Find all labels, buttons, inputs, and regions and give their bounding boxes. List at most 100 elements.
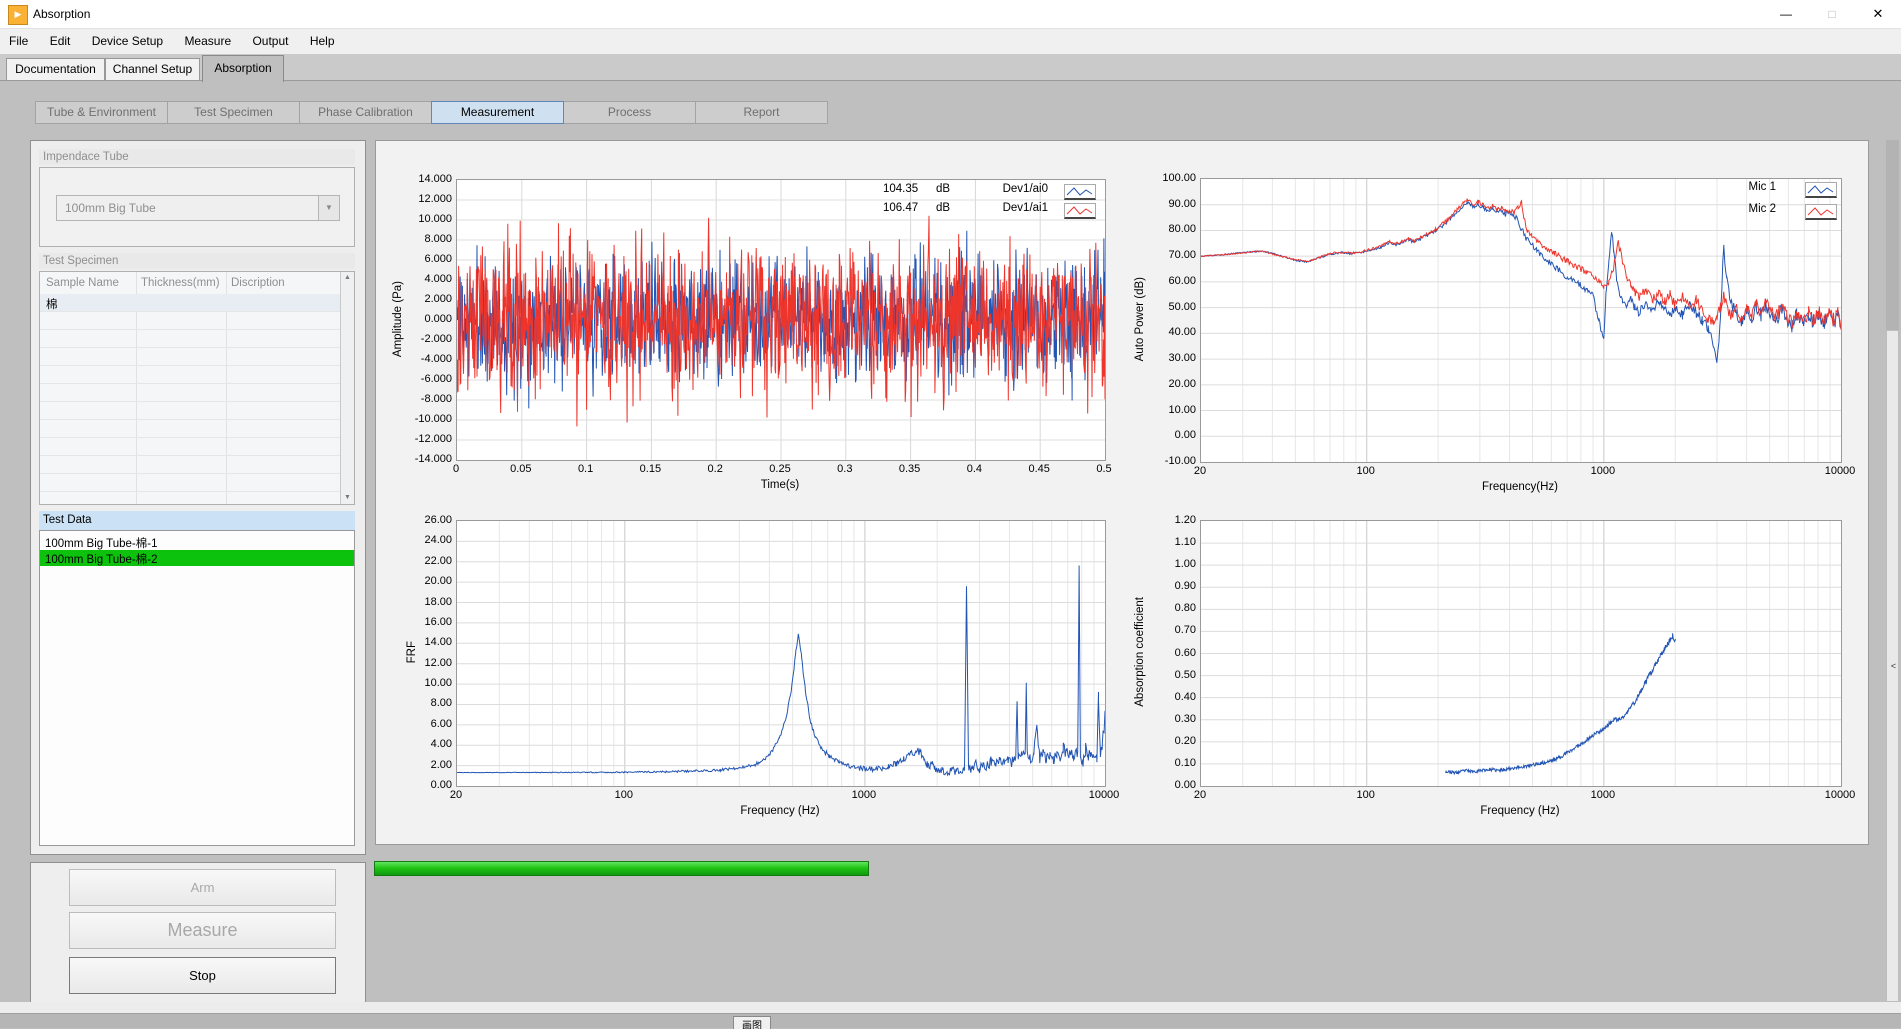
y-tick-label: 100.00 [1144,172,1196,184]
legend-row-Dev1/ai1: 106.47 dB Dev1/ai1 [881,202,1101,221]
y-tick-label: -2.000 [400,333,452,345]
y-tick-label: -4.000 [400,353,452,365]
x-tick-label: 0.15 [620,463,680,475]
legend-series-name: Dev1/ai1 [981,202,1048,214]
y-tick-label: 70.00 [1144,249,1196,261]
y-tick-label: 0.30 [1144,713,1196,725]
chart-plot-frf [456,520,1106,787]
y-tick-label: 60.00 [1144,275,1196,287]
legend-line-style-icon[interactable] [1064,184,1096,200]
y-tick-label: 80.00 [1144,223,1196,235]
y-tick-label: 4.000 [400,273,452,285]
y-axis-label-text: FRF [406,641,418,663]
x-tick-label: 0.35 [880,463,940,475]
legend-zigzag [1065,185,1095,198]
column-header-discription: Discription [231,272,331,294]
table-row[interactable]: 棉 [40,294,341,312]
legend-value: 104.35 [883,183,918,195]
maximize-button[interactable]: □ [1809,0,1855,28]
y-tick-label: -10.000 [400,413,452,425]
table-empty-row [40,384,341,402]
x-tick-label: 0 [426,463,486,475]
y-tick-label: 10.000 [400,213,452,225]
minimize-button[interactable]: — [1763,0,1809,28]
x-axis-label-frf: Frequency (Hz) [710,805,850,817]
impedance-tube-dropdown[interactable]: 100mm Big Tube ▼ [56,195,340,221]
x-tick-label: 0.45 [1009,463,1069,475]
y-tick-label: 10.00 [1144,404,1196,416]
y-tick-label: 24.00 [400,534,452,546]
subtab-process[interactable]: Process [563,101,696,124]
y-tick-label: 20.00 [1144,378,1196,390]
legend-unit: dB [936,202,950,214]
x-tick-label: 1000 [1573,465,1633,477]
series-frf [457,566,1105,776]
bottom-tab-drawing[interactable]: 画图 [733,1016,771,1029]
test-data-list[interactable]: 100mm Big Tube-棉-1100mm Big Tube-棉-2 [39,530,355,846]
splitter-thumb[interactable]: < [1886,330,1899,1002]
column-header-thickness: Thickness(mm) [141,272,227,294]
test-specimen-table: Sample Name Thickness(mm) Discription 棉 … [39,271,355,505]
measure-button: Measure [69,912,336,949]
y-tick-label: 0.000 [400,313,452,325]
x-tick-label: 0.25 [750,463,810,475]
legend-row-Mic 2: Mic 2 [1744,203,1901,222]
table-scrollbar[interactable]: ▲ ▼ [340,272,354,504]
x-axis-label-autopower: Frequency(Hz) [1450,481,1590,493]
legend-line-style-icon[interactable] [1064,203,1096,219]
y-tick-label: 0.40 [1144,691,1196,703]
y-tick-label: 0.70 [1144,624,1196,636]
chart-canvas [1201,521,1841,786]
x-tick-label: 100 [1336,465,1396,477]
menu-item-measure[interactable]: Measure [175,29,240,54]
menu-item-edit[interactable]: Edit [41,29,80,54]
scroll-down-icon[interactable]: ▼ [341,492,354,504]
test-data-item[interactable]: 100mm Big Tube-棉-1 [40,534,354,550]
sidebar-panel: Impendace Tube 100mm Big Tube ▼ Test Spe… [30,140,366,855]
test-data-item[interactable]: 100mm Big Tube-棉-2 [40,550,354,566]
subtab-tube-environment[interactable]: Tube & Environment [35,101,168,124]
subtab-report[interactable]: Report [695,101,828,124]
legend-line-style-icon[interactable] [1805,182,1837,198]
x-tick-label: 0.3 [815,463,875,475]
stop-button[interactable]: Stop [69,957,336,994]
subtab-test-specimen[interactable]: Test Specimen [167,101,300,124]
table-empty-row [40,312,341,330]
collapse-left-icon[interactable]: < [1887,661,1900,671]
progress-bar [374,861,869,876]
legend-value: 106.47 [883,202,918,214]
tab-absorption[interactable]: Absorption [202,55,284,82]
y-axis-label-absorption: Absorption coefficient [1132,567,1148,737]
test-specimen-title: Test Specimen [39,253,355,269]
y-tick-label: 12.000 [400,193,452,205]
subtab-measurement[interactable]: Measurement [431,101,564,124]
table-empty-row [40,492,341,505]
table-empty-row [40,456,341,474]
tab-channel-setup[interactable]: Channel Setup [105,58,200,80]
y-axis-label-autopower: Auto Power (dB) [1132,234,1148,404]
bottom-tab-strip [0,1014,1901,1028]
scroll-up-icon[interactable]: ▲ [341,272,354,284]
menu-item-help[interactable]: Help [301,29,344,54]
close-button[interactable]: ✕ [1855,0,1901,28]
table-empty-row [40,402,341,420]
right-splitter: < [1886,140,1899,1002]
y-axis-label-text: Auto Power (dB) [1134,277,1146,361]
x-tick-label: 10000 [1810,789,1870,801]
impedance-tube-group: 100mm Big Tube ▼ [39,167,355,247]
y-tick-label: 22.00 [400,555,452,567]
x-tick-label: 10000 [1074,789,1134,801]
x-tick-label: 0.4 [944,463,1004,475]
tab-documentation[interactable]: Documentation [6,58,105,80]
menu-item-file[interactable]: File [0,29,37,54]
chart-canvas [457,180,1105,460]
menu-item-output[interactable]: Output [243,29,297,54]
impedance-tube-title: Impendace Tube [39,149,355,165]
legend-row-Dev1/ai0: 104.35dBDev1/ai0 [881,183,1101,202]
menu-item-device-setup[interactable]: Device Setup [83,29,172,54]
chevron-down-icon[interactable]: ▼ [318,196,339,220]
subtab-phase-calibration[interactable]: Phase Calibration [299,101,432,124]
legend-zigzag [1065,204,1095,217]
legend-line-style-icon[interactable] [1805,204,1837,220]
chart-panel: 14.00012.00010.0008.0006.0004.0002.0000.… [375,140,1869,845]
